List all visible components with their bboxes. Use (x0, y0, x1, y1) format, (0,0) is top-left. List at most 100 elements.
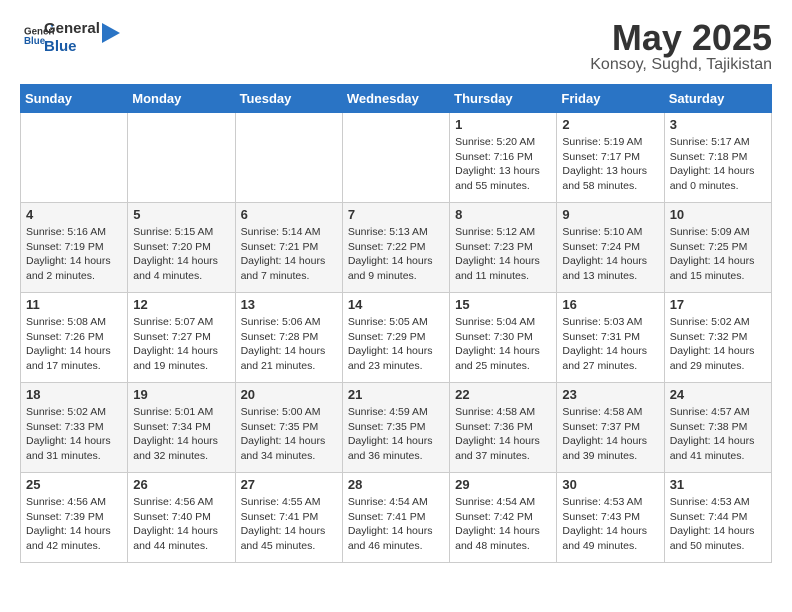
day-number: 15 (455, 297, 551, 312)
calendar-cell: 16 Sunrise: 5:03 AM Sunset: 7:31 PM Dayli… (557, 293, 664, 383)
day-number: 8 (455, 207, 551, 222)
day-number: 11 (26, 297, 122, 312)
page-header: General Blue General Blue May 2025 Konso… (20, 20, 772, 74)
calendar-cell: 9 Sunrise: 5:10 AM Sunset: 7:24 PM Daylig… (557, 203, 664, 293)
calendar-cell: 19Sunrise: 5:01 AM Sunset: 7:34 PM Dayli… (128, 383, 235, 473)
day-number: 9 (562, 207, 658, 222)
calendar-cell: 28 Sunrise: 4:54 AM Sunset: 7:41 PM Dayli… (342, 473, 449, 563)
calendar-cell: 14 Sunrise: 5:05 AM Sunset: 7:29 PM Dayli… (342, 293, 449, 383)
day-info: Sunrise: 5:19 AM Sunset: 7:17 PM Dayligh… (562, 135, 658, 194)
calendar-cell: 22 Sunrise: 4:58 AM Sunset: 7:36 PM Dayli… (450, 383, 557, 473)
calendar-week-row: 18 Sunrise: 5:02 AM Sunset: 7:33 PM Dayli… (21, 383, 772, 473)
calendar-cell: 12 Sunrise: 5:07 AM Sunset: 7:27 PM Dayli… (128, 293, 235, 383)
day-number: 13 (241, 297, 337, 312)
day-number: 25 (26, 477, 122, 492)
day-number: 20 (241, 387, 337, 402)
day-number: 18 (26, 387, 122, 402)
calendar-cell: 11Sunrise: 5:08 AM Sunset: 7:26 PM Dayli… (21, 293, 128, 383)
day-info: Sunrise: 4:54 AM Sunset: 7:42 PM Dayligh… (455, 495, 551, 554)
day-info: Sunrise: 5:02 AM Sunset: 7:32 PM Dayligh… (670, 315, 766, 374)
calendar-cell: 18 Sunrise: 5:02 AM Sunset: 7:33 PM Dayli… (21, 383, 128, 473)
day-header-sunday: Sunday (21, 85, 128, 113)
location: Konsoy, Sughd, Tajikistan (590, 56, 772, 74)
day-number: 23 (562, 387, 658, 402)
title-block: May 2025 Konsoy, Sughd, Tajikistan (590, 20, 772, 74)
day-info: Sunrise: 5:09 AM Sunset: 7:25 PM Dayligh… (670, 225, 766, 284)
calendar-week-row: 11Sunrise: 5:08 AM Sunset: 7:26 PM Dayli… (21, 293, 772, 383)
day-number: 31 (670, 477, 766, 492)
day-info: Sunrise: 4:58 AM Sunset: 7:36 PM Dayligh… (455, 405, 551, 464)
calendar-cell: 5 Sunrise: 5:15 AM Sunset: 7:20 PM Daylig… (128, 203, 235, 293)
calendar-cell (21, 113, 128, 203)
day-info: Sunrise: 5:12 AM Sunset: 7:23 PM Dayligh… (455, 225, 551, 284)
day-info: Sunrise: 5:00 AM Sunset: 7:35 PM Dayligh… (241, 405, 337, 464)
calendar-cell: 29 Sunrise: 4:54 AM Sunset: 7:42 PM Dayli… (450, 473, 557, 563)
day-number: 29 (455, 477, 551, 492)
day-number: 1 (455, 117, 551, 132)
calendar-cell: 8 Sunrise: 5:12 AM Sunset: 7:23 PM Daylig… (450, 203, 557, 293)
day-header-wednesday: Wednesday (342, 85, 449, 113)
day-info: Sunrise: 5:05 AM Sunset: 7:29 PM Dayligh… (348, 315, 444, 374)
day-number: 26 (133, 477, 229, 492)
calendar-cell: 21Sunrise: 4:59 AM Sunset: 7:35 PM Dayli… (342, 383, 449, 473)
calendar-cell: 3 Sunrise: 5:17 AM Sunset: 7:18 PM Daylig… (664, 113, 771, 203)
calendar-cell (342, 113, 449, 203)
calendar-cell: 6 Sunrise: 5:14 AM Sunset: 7:21 PM Daylig… (235, 203, 342, 293)
day-info: Sunrise: 4:53 AM Sunset: 7:44 PM Dayligh… (670, 495, 766, 554)
day-info: Sunrise: 5:06 AM Sunset: 7:28 PM Dayligh… (241, 315, 337, 374)
day-header-thursday: Thursday (450, 85, 557, 113)
calendar-cell (128, 113, 235, 203)
day-number: 3 (670, 117, 766, 132)
day-info: Sunrise: 5:13 AM Sunset: 7:22 PM Dayligh… (348, 225, 444, 284)
day-info: Sunrise: 5:17 AM Sunset: 7:18 PM Dayligh… (670, 135, 766, 194)
calendar-cell: 27Sunrise: 4:55 AM Sunset: 7:41 PM Dayli… (235, 473, 342, 563)
logo-blue: Blue (44, 38, 77, 55)
calendar-cell: 26 Sunrise: 4:56 AM Sunset: 7:40 PM Dayli… (128, 473, 235, 563)
logo: General Blue General Blue (20, 20, 120, 55)
day-number: 19 (133, 387, 229, 402)
day-info: Sunrise: 5:16 AM Sunset: 7:19 PM Dayligh… (26, 225, 122, 284)
calendar-week-row: 1Sunrise: 5:20 AM Sunset: 7:16 PM Daylig… (21, 113, 772, 203)
day-info: Sunrise: 5:14 AM Sunset: 7:21 PM Dayligh… (241, 225, 337, 284)
calendar-cell: 13 Sunrise: 5:06 AM Sunset: 7:28 PM Dayli… (235, 293, 342, 383)
day-number: 7 (348, 207, 444, 222)
calendar-cell: 10 Sunrise: 5:09 AM Sunset: 7:25 PM Dayli… (664, 203, 771, 293)
day-number: 28 (348, 477, 444, 492)
day-number: 5 (133, 207, 229, 222)
logo-general: General (44, 20, 100, 37)
day-header-tuesday: Tuesday (235, 85, 342, 113)
day-number: 22 (455, 387, 551, 402)
day-info: Sunrise: 5:15 AM Sunset: 7:20 PM Dayligh… (133, 225, 229, 284)
day-number: 2 (562, 117, 658, 132)
day-number: 12 (133, 297, 229, 312)
day-number: 24 (670, 387, 766, 402)
month-title: May 2025 (590, 20, 772, 56)
day-info: Sunrise: 4:55 AM Sunset: 7:41 PM Dayligh… (241, 495, 337, 554)
svg-text:Blue: Blue (24, 36, 46, 47)
day-info: Sunrise: 4:56 AM Sunset: 7:39 PM Dayligh… (26, 495, 122, 554)
day-info: Sunrise: 5:04 AM Sunset: 7:30 PM Dayligh… (455, 315, 551, 374)
day-header-saturday: Saturday (664, 85, 771, 113)
calendar-table: SundayMondayTuesdayWednesdayThursdayFrid… (20, 84, 772, 563)
day-info: Sunrise: 4:54 AM Sunset: 7:41 PM Dayligh… (348, 495, 444, 554)
day-info: Sunrise: 4:57 AM Sunset: 7:38 PM Dayligh… (670, 405, 766, 464)
day-header-friday: Friday (557, 85, 664, 113)
calendar-cell: 2 Sunrise: 5:19 AM Sunset: 7:17 PM Daylig… (557, 113, 664, 203)
logo-triangle-icon (102, 23, 120, 45)
day-number: 16 (562, 297, 658, 312)
day-number: 10 (670, 207, 766, 222)
calendar-cell: 1Sunrise: 5:20 AM Sunset: 7:16 PM Daylig… (450, 113, 557, 203)
calendar-cell (235, 113, 342, 203)
calendar-cell: 31 Sunrise: 4:53 AM Sunset: 7:44 PM Dayli… (664, 473, 771, 563)
day-info: Sunrise: 5:02 AM Sunset: 7:33 PM Dayligh… (26, 405, 122, 464)
calendar-cell: 4Sunrise: 5:16 AM Sunset: 7:19 PM Daylig… (21, 203, 128, 293)
day-info: Sunrise: 4:59 AM Sunset: 7:35 PM Dayligh… (348, 405, 444, 464)
day-number: 6 (241, 207, 337, 222)
day-number: 30 (562, 477, 658, 492)
calendar-cell: 24 Sunrise: 4:57 AM Sunset: 7:38 PM Dayli… (664, 383, 771, 473)
day-info: Sunrise: 5:10 AM Sunset: 7:24 PM Dayligh… (562, 225, 658, 284)
day-info: Sunrise: 4:56 AM Sunset: 7:40 PM Dayligh… (133, 495, 229, 554)
day-number: 14 (348, 297, 444, 312)
day-info: Sunrise: 5:03 AM Sunset: 7:31 PM Dayligh… (562, 315, 658, 374)
day-info: Sunrise: 5:07 AM Sunset: 7:27 PM Dayligh… (133, 315, 229, 374)
